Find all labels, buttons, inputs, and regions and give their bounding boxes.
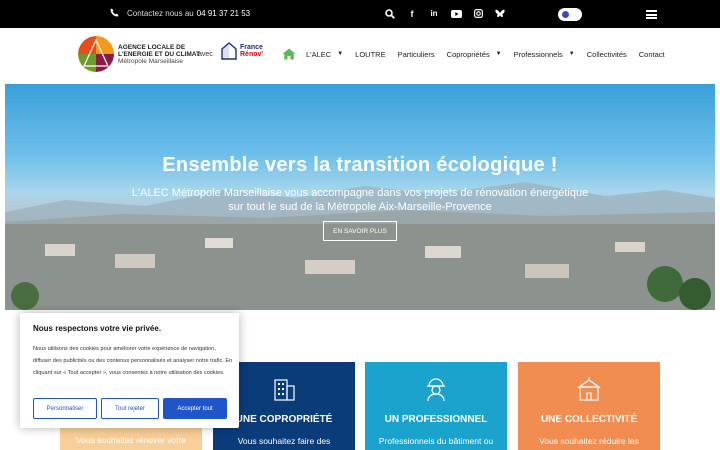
cookie-accept-button[interactable]: Accepter tout [163, 398, 227, 419]
hero-banner: Ensemble vers la transition écologique !… [5, 84, 715, 310]
hero-subtitle-line-2: sur tout le sud de la Métropole Aix-Mars… [228, 201, 492, 213]
hamburger-menu-icon[interactable] [646, 10, 657, 19]
town-hall-icon [577, 377, 601, 401]
hero-cta-button[interactable]: EN SAVOIR PLUS [323, 221, 397, 241]
instagram-icon[interactable] [472, 7, 484, 20]
hero-subtitle-line-1: L'ALEC Métropole Marseillaise vous accom… [131, 187, 589, 199]
chevron-down-icon: ▼ [337, 51, 344, 57]
nav-label: LOUTRE [355, 49, 386, 59]
logo-line-2: L'ENERGIE ET DU CLIMAT [118, 51, 200, 58]
card-desc: Vous souhaitez réduire les [539, 436, 639, 446]
card-desc: Vous souhaitez rénover votre [75, 435, 187, 445]
moon-icon [562, 11, 569, 18]
bluesky-icon[interactable] [494, 7, 506, 20]
facebook-icon[interactable]: f [406, 7, 418, 20]
card-title: UN PROFESSIONNEL [384, 414, 488, 425]
worker-icon [427, 378, 445, 402]
youtube-icon[interactable] [450, 7, 462, 20]
social-icons: f in [384, 7, 506, 20]
site-header: AGENCE LOCALE DE L'ENERGIE ET DU CLIMAT … [0, 28, 720, 80]
france-renov-name: France Rénov' [240, 44, 263, 58]
dark-mode-toggle[interactable] [558, 8, 582, 21]
search-icon[interactable] [384, 7, 396, 20]
card-title: UNE COLLECTIVITÉ [540, 414, 638, 425]
nav-item-loutre[interactable]: LOUTRE [355, 50, 385, 59]
alec-logo[interactable] [78, 36, 114, 72]
nav-label: Professionnels [513, 49, 563, 59]
logo-line-3: Métropole Marseillaise [118, 58, 184, 65]
nav-item-alec[interactable]: L'ALEC ▼ [306, 50, 343, 59]
france-renov-line-1: France [240, 44, 263, 51]
chevron-down-icon: ▼ [495, 51, 502, 57]
france-renov-logo[interactable]: France Rénov' [218, 37, 273, 71]
cookie-customize-button[interactable]: Personnaliser [33, 398, 97, 419]
nav-item-professionnels[interactable]: Professionnels ▼ [514, 50, 575, 59]
france-renov-line-2: Rénov' [240, 51, 264, 58]
nav-label: Contact [638, 49, 665, 59]
cookie-title: Nous respectons votre vie privée. [33, 324, 162, 333]
nav-label: Copropriétés [446, 49, 490, 59]
nav-label: L'ALEC [306, 49, 332, 59]
main-nav: L'ALEC ▼ LOUTRE Particuliers Copropriétés… [282, 48, 677, 60]
nav-item-particuliers[interactable]: Particuliers [398, 50, 435, 59]
card-particulier[interactable]: Vous souhaitez rénover votre [60, 428, 202, 450]
card-professionnel[interactable]: UN PROFESSIONNEL Professionnels du bâtim… [365, 362, 507, 450]
phone-prefix: Contactez nous au [127, 9, 194, 18]
logo-line-1: AGENCE LOCALE DE [118, 44, 186, 51]
logo-text: AGENCE LOCALE DE L'ENERGIE ET DU CLIMAT … [118, 44, 200, 65]
cookie-text: Nous utilisons des cookies pour améliore… [33, 346, 233, 376]
top-bar: Contactez nous au 04 91 37 21 53 f in [0, 0, 720, 28]
phone-number: 04 91 37 21 53 [196, 9, 251, 18]
cookie-consent-dialog: Nous respectons votre vie privée. Nous u… [20, 313, 239, 428]
nav-item-collectivites[interactable]: Collectivités [587, 50, 627, 59]
hero-subtitle: L'ALEC Métropole Marseillaise vous accom… [5, 186, 715, 214]
phone-contact[interactable]: Contactez nous au 04 91 37 21 53 [110, 8, 250, 19]
hero-title: Ensemble vers la transition écologique ! [162, 154, 558, 176]
card-desc: Professionnels du bâtiment ou [378, 436, 494, 446]
partner-avec: avec [198, 51, 213, 58]
nav-label: Collectivités [586, 49, 627, 59]
card-desc: Vous souhaitez faire des [237, 436, 331, 446]
card-collectivite[interactable]: UNE COLLECTIVITÉ Vous souhaitez réduire … [518, 362, 660, 450]
building-icon [274, 379, 295, 401]
phone-icon [110, 8, 119, 19]
home-icon[interactable] [282, 48, 296, 60]
chevron-down-icon: ▼ [568, 51, 575, 57]
nav-item-contact[interactable]: Contact [639, 50, 665, 59]
linkedin-icon[interactable]: in [428, 7, 440, 20]
nav-label: Particuliers [397, 49, 435, 59]
cookie-reject-button[interactable]: Tout rejeter [101, 398, 159, 419]
nav-item-coproprietes[interactable]: Copropriétés ▼ [447, 50, 502, 59]
